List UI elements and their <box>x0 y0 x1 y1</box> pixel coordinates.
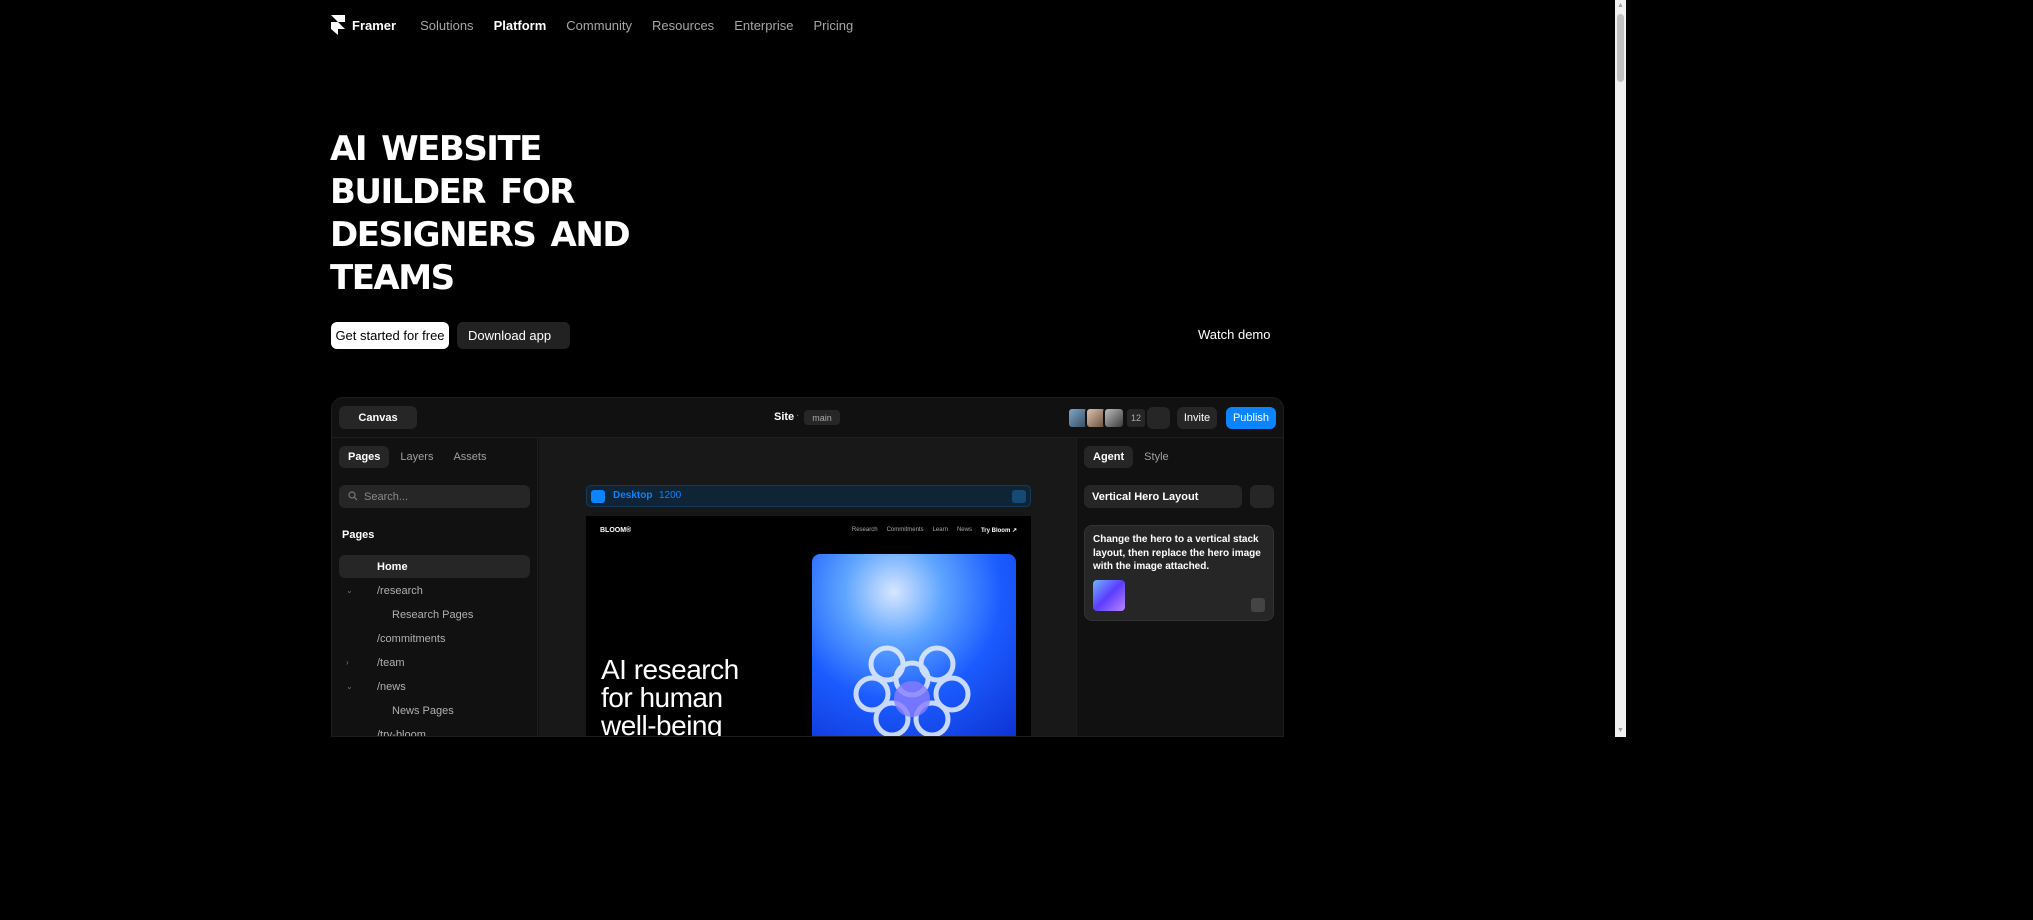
page-row-news-pages[interactable]: News Pages <box>339 699 530 722</box>
abstract-flower-graphic <box>853 645 971 736</box>
nav-item-pricing[interactable]: Pricing <box>813 18 853 33</box>
invite-button[interactable]: Invite <box>1177 407 1217 429</box>
preview-nav-item: Learn <box>932 527 948 533</box>
page-row-team[interactable]: › /team <box>339 651 530 674</box>
brand-logo[interactable]: Framer <box>331 15 396 35</box>
preview-button[interactable] <box>1147 407 1170 429</box>
top-nav: Framer Solutions Platform Community Reso… <box>331 14 873 36</box>
tab-style[interactable]: Style <box>1135 446 1177 468</box>
frame-width: 1200 <box>659 490 682 501</box>
preview-nav-item: News <box>956 527 972 533</box>
page-row-home[interactable]: Home <box>339 555 530 578</box>
editor-canvas[interactable]: Desktop 1200 BLOOM® Research Commitments… <box>539 438 1076 737</box>
tab-agent[interactable]: Agent <box>1084 446 1134 468</box>
nav-item-community[interactable]: Community <box>566 18 632 33</box>
collaborator-count: 12 <box>1125 407 1147 429</box>
left-tabs: Pages Layers Assets <box>339 446 497 468</box>
layout-options-button[interactable] <box>1250 485 1274 508</box>
page-viewport: Framer Solutions Platform Community Reso… <box>0 0 1615 737</box>
tab-assets[interactable]: Assets <box>444 446 495 468</box>
agent-prompt-card[interactable]: Change the hero to a vertical stack layo… <box>1084 525 1274 621</box>
send-icon[interactable] <box>1251 598 1265 612</box>
page-label: /try-bloom <box>377 728 426 737</box>
nav-item-platform[interactable]: Platform <box>494 18 547 33</box>
scroll-down-arrow-icon[interactable]: ▼ <box>1615 725 1626 737</box>
tab-pages[interactable]: Pages <box>339 446 390 468</box>
chevron-right-icon[interactable]: › <box>346 658 349 667</box>
preview-heading-line: AI research <box>601 654 739 685</box>
editor-preview: Canvas Site · main 12 Invite Publish Pag… <box>331 397 1284 737</box>
bloom-logo: BLOOM® <box>600 527 632 534</box>
chevron-down-icon[interactable]: ⌄ <box>346 682 353 691</box>
branch-pill[interactable]: main <box>804 410 840 425</box>
page-label: Home <box>377 560 408 573</box>
preview-heading: AI research for human well-being <box>601 656 771 737</box>
pages-search-input[interactable]: Search... <box>339 485 530 508</box>
search-icon <box>348 491 358 501</box>
preview-nav-item: Commitments <box>886 527 924 533</box>
nav-item-resources[interactable]: Resources <box>652 18 714 33</box>
tab-layers[interactable]: Layers <box>391 446 442 468</box>
brand-name: Framer <box>352 17 397 33</box>
page-label: /news <box>377 680 406 693</box>
site-label: Site <box>774 411 795 423</box>
right-tabs: Agent Style <box>1084 446 1180 468</box>
preview-nav: Research Commitments Learn News Try Bloo… <box>843 527 1017 534</box>
hero-title: AI website builder for designers and tea… <box>330 120 730 301</box>
page-scrollbar[interactable]: ▲ ▼ <box>1615 0 1626 737</box>
preview-hero-image <box>812 554 1016 736</box>
desktop-icon <box>591 490 605 503</box>
publish-button[interactable]: Publish <box>1226 407 1276 429</box>
right-panel: Agent Style Vertical Hero Layout Change … <box>1076 438 1283 736</box>
nav-item-enterprise[interactable]: Enterprise <box>734 18 793 33</box>
framer-logo-icon <box>331 15 345 35</box>
download-app-button[interactable]: Download app <box>457 322 570 349</box>
editor-topbar: Canvas Site · main 12 Invite Publish <box>332 398 1283 438</box>
page-row-research[interactable]: ⌄ /research <box>339 579 530 602</box>
get-started-button[interactable]: Get started for free <box>331 322 449 349</box>
nav-item-solutions[interactable]: Solutions <box>420 18 473 33</box>
page-label: /team <box>377 656 405 669</box>
scroll-up-arrow-icon[interactable]: ▲ <box>1615 0 1626 12</box>
add-breakpoint-icon[interactable] <box>1012 490 1026 503</box>
site-preview-frame[interactable]: BLOOM® Research Commitments Learn News T… <box>586 516 1031 737</box>
chevron-down-icon[interactable]: ⌄ <box>346 586 353 595</box>
page-label: News Pages <box>392 704 454 717</box>
scroll-thumb[interactable] <box>1617 14 1624 82</box>
page-row-news[interactable]: ⌄ /news <box>339 675 530 698</box>
preview-nav-item: Try Bloom ↗ <box>980 528 1017 534</box>
canvas-button[interactable]: Canvas <box>339 406 417 429</box>
hero-title-line: teams <box>330 245 455 301</box>
frame-label: Desktop <box>613 490 653 501</box>
page-row-research-pages[interactable]: Research Pages <box>339 603 530 626</box>
preview-heading-line: for human <box>601 682 723 713</box>
collaborator-avatars[interactable]: 12 <box>1067 407 1147 429</box>
site-separator: · <box>796 410 800 421</box>
preview-nav-item: Research <box>851 527 878 533</box>
avatar <box>1103 407 1125 429</box>
preview-heading-line: well-being <box>601 710 723 737</box>
pages-heading: Pages <box>342 529 375 541</box>
left-panel: Pages Layers Assets Search... Pages Home… <box>332 438 538 737</box>
page-row-commitments[interactable]: /commitments <box>339 627 530 650</box>
attached-image-thumbnail[interactable] <box>1093 580 1125 611</box>
page-row-try-bloom[interactable]: /try-bloom <box>339 723 530 737</box>
frame-breakpoint-bar[interactable]: Desktop 1200 <box>586 485 1031 507</box>
page-label: Research Pages <box>392 608 474 621</box>
page-label: /commitments <box>377 632 446 645</box>
page-label: /research <box>377 584 423 597</box>
watch-demo-link[interactable]: Watch demo <box>1198 327 1271 342</box>
layout-name-field[interactable]: Vertical Hero Layout <box>1084 485 1242 508</box>
agent-prompt-text: Change the hero to a vertical stack layo… <box>1093 534 1261 572</box>
